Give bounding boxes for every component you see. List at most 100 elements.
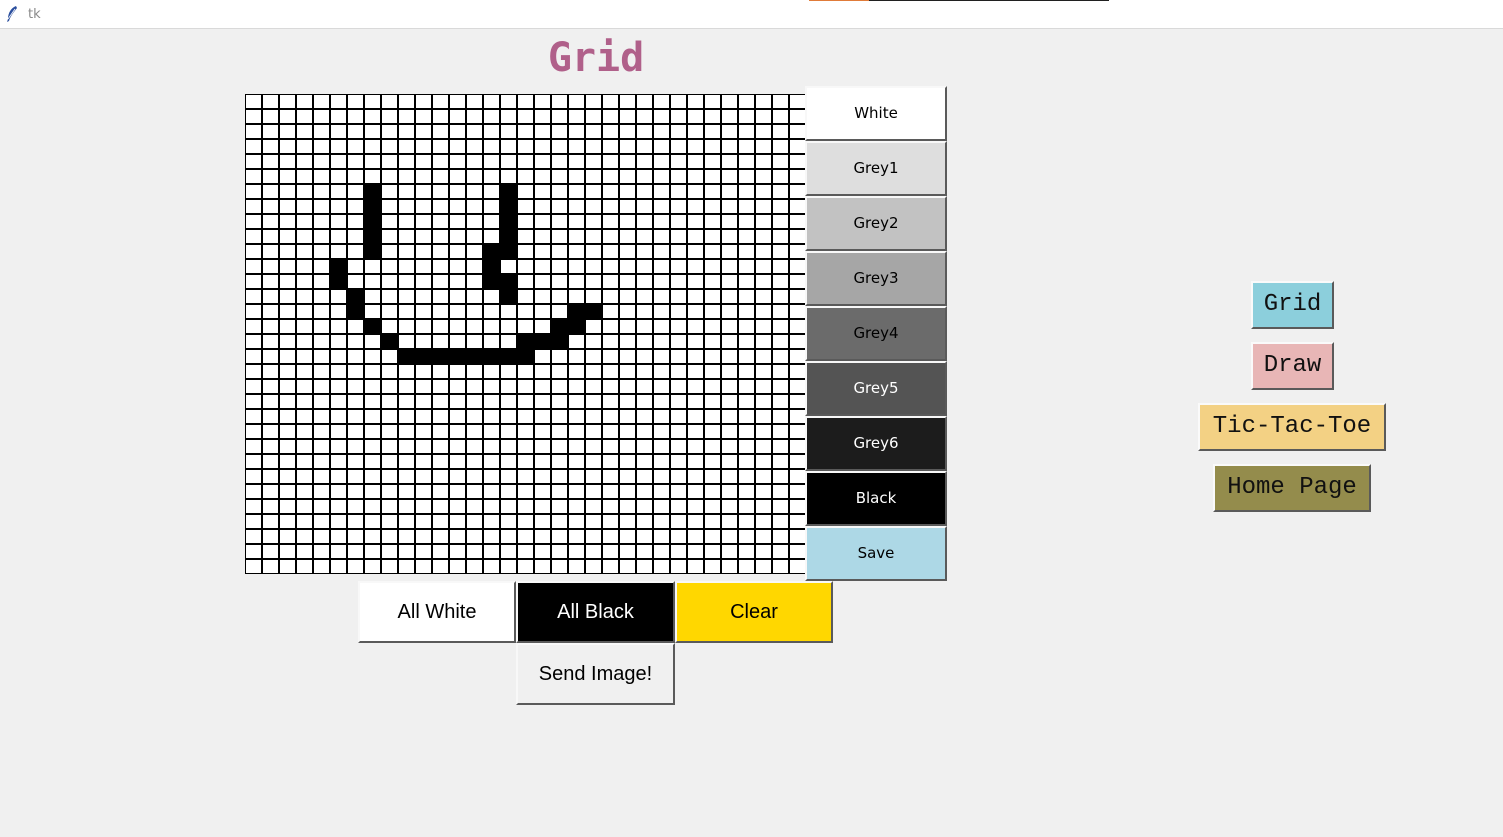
grid-cell[interactable] (789, 274, 806, 289)
grid-cell[interactable] (262, 394, 279, 409)
grid-cell[interactable] (415, 199, 432, 214)
grid-cell[interactable] (500, 169, 517, 184)
grid-cell[interactable] (500, 289, 517, 304)
grid-cell[interactable] (755, 199, 772, 214)
grid-cell[interactable] (381, 214, 398, 229)
grid-cell[interactable] (772, 454, 789, 469)
grid-cell[interactable] (568, 274, 585, 289)
grid-cell[interactable] (772, 199, 789, 214)
grid-cell[interactable] (245, 184, 262, 199)
grid-cell[interactable] (381, 544, 398, 559)
grid-cell[interactable] (449, 289, 466, 304)
grid-cell[interactable] (381, 424, 398, 439)
grid-cell[interactable] (517, 274, 534, 289)
grid-cell[interactable] (585, 244, 602, 259)
grid-cell[interactable] (364, 229, 381, 244)
grid-cell[interactable] (381, 259, 398, 274)
grid-cell[interactable] (415, 289, 432, 304)
grid-cell[interactable] (687, 184, 704, 199)
grid-cell[interactable] (296, 199, 313, 214)
grid-cell[interactable] (653, 499, 670, 514)
grid-cell[interactable] (568, 454, 585, 469)
grid-cell[interactable] (347, 274, 364, 289)
grid-cell[interactable] (721, 184, 738, 199)
grid-cell[interactable] (551, 274, 568, 289)
grid-cell[interactable] (466, 304, 483, 319)
grid-cell[interactable] (653, 334, 670, 349)
grid-cell[interactable] (517, 289, 534, 304)
grid-cell[interactable] (687, 319, 704, 334)
grid-cell[interactable] (789, 244, 806, 259)
grid-cell[interactable] (483, 169, 500, 184)
grid-cell[interactable] (364, 109, 381, 124)
grid-cell[interactable] (602, 424, 619, 439)
grid-cell[interactable] (755, 529, 772, 544)
grid-cell[interactable] (262, 334, 279, 349)
grid-cell[interactable] (619, 409, 636, 424)
grid-cell[interactable] (687, 559, 704, 574)
grid-cell[interactable] (279, 484, 296, 499)
grid-cell[interactable] (432, 364, 449, 379)
grid-cell[interactable] (517, 544, 534, 559)
grid-cell[interactable] (347, 184, 364, 199)
grid-cell[interactable] (738, 394, 755, 409)
grid-cell[interactable] (670, 529, 687, 544)
clear-button[interactable]: Clear (675, 581, 833, 643)
grid-cell[interactable] (721, 379, 738, 394)
color-button-grey2[interactable]: Grey2 (805, 196, 947, 251)
grid-cell[interactable] (313, 154, 330, 169)
grid-cell[interactable] (432, 244, 449, 259)
grid-cell[interactable] (347, 484, 364, 499)
grid-cell[interactable] (330, 439, 347, 454)
grid-cell[interactable] (517, 319, 534, 334)
grid-cell[interactable] (279, 184, 296, 199)
grid-cell[interactable] (670, 304, 687, 319)
grid-cell[interactable] (653, 229, 670, 244)
grid-cell[interactable] (585, 259, 602, 274)
grid-cell[interactable] (738, 319, 755, 334)
grid-cell[interactable] (687, 259, 704, 274)
grid-cell[interactable] (262, 199, 279, 214)
grid-cell[interactable] (398, 334, 415, 349)
grid-cell[interactable] (432, 439, 449, 454)
grid-cell[interactable] (279, 364, 296, 379)
grid-cell[interactable] (517, 514, 534, 529)
grid-cell[interactable] (262, 469, 279, 484)
grid-cell[interactable] (568, 514, 585, 529)
grid-cell[interactable] (534, 379, 551, 394)
grid-cell[interactable] (568, 469, 585, 484)
grid-cell[interactable] (245, 409, 262, 424)
grid-cell[interactable] (789, 304, 806, 319)
grid-cell[interactable] (500, 184, 517, 199)
grid-cell[interactable] (602, 544, 619, 559)
grid-cell[interactable] (432, 274, 449, 289)
grid-cell[interactable] (738, 214, 755, 229)
grid-cell[interactable] (568, 334, 585, 349)
grid-cell[interactable] (687, 244, 704, 259)
grid-cell[interactable] (466, 559, 483, 574)
grid-cell[interactable] (415, 169, 432, 184)
grid-cell[interactable] (330, 559, 347, 574)
grid-cell[interactable] (670, 199, 687, 214)
grid-cell[interactable] (500, 559, 517, 574)
grid-cell[interactable] (500, 124, 517, 139)
grid-cell[interactable] (500, 94, 517, 109)
grid-cell[interactable] (466, 529, 483, 544)
grid-cell[interactable] (500, 229, 517, 244)
grid-cell[interactable] (687, 334, 704, 349)
grid-cell[interactable] (789, 559, 806, 574)
grid-cell[interactable] (398, 319, 415, 334)
grid-cell[interactable] (789, 529, 806, 544)
grid-cell[interactable] (500, 394, 517, 409)
grid-cell[interactable] (772, 154, 789, 169)
grid-cell[interactable] (704, 229, 721, 244)
grid-cell[interactable] (262, 289, 279, 304)
grid-cell[interactable] (313, 529, 330, 544)
grid-cell[interactable] (602, 169, 619, 184)
grid-cell[interactable] (245, 469, 262, 484)
grid-cell[interactable] (364, 364, 381, 379)
grid-cell[interactable] (466, 379, 483, 394)
grid-cell[interactable] (517, 304, 534, 319)
grid-cell[interactable] (585, 364, 602, 379)
grid-cell[interactable] (500, 214, 517, 229)
